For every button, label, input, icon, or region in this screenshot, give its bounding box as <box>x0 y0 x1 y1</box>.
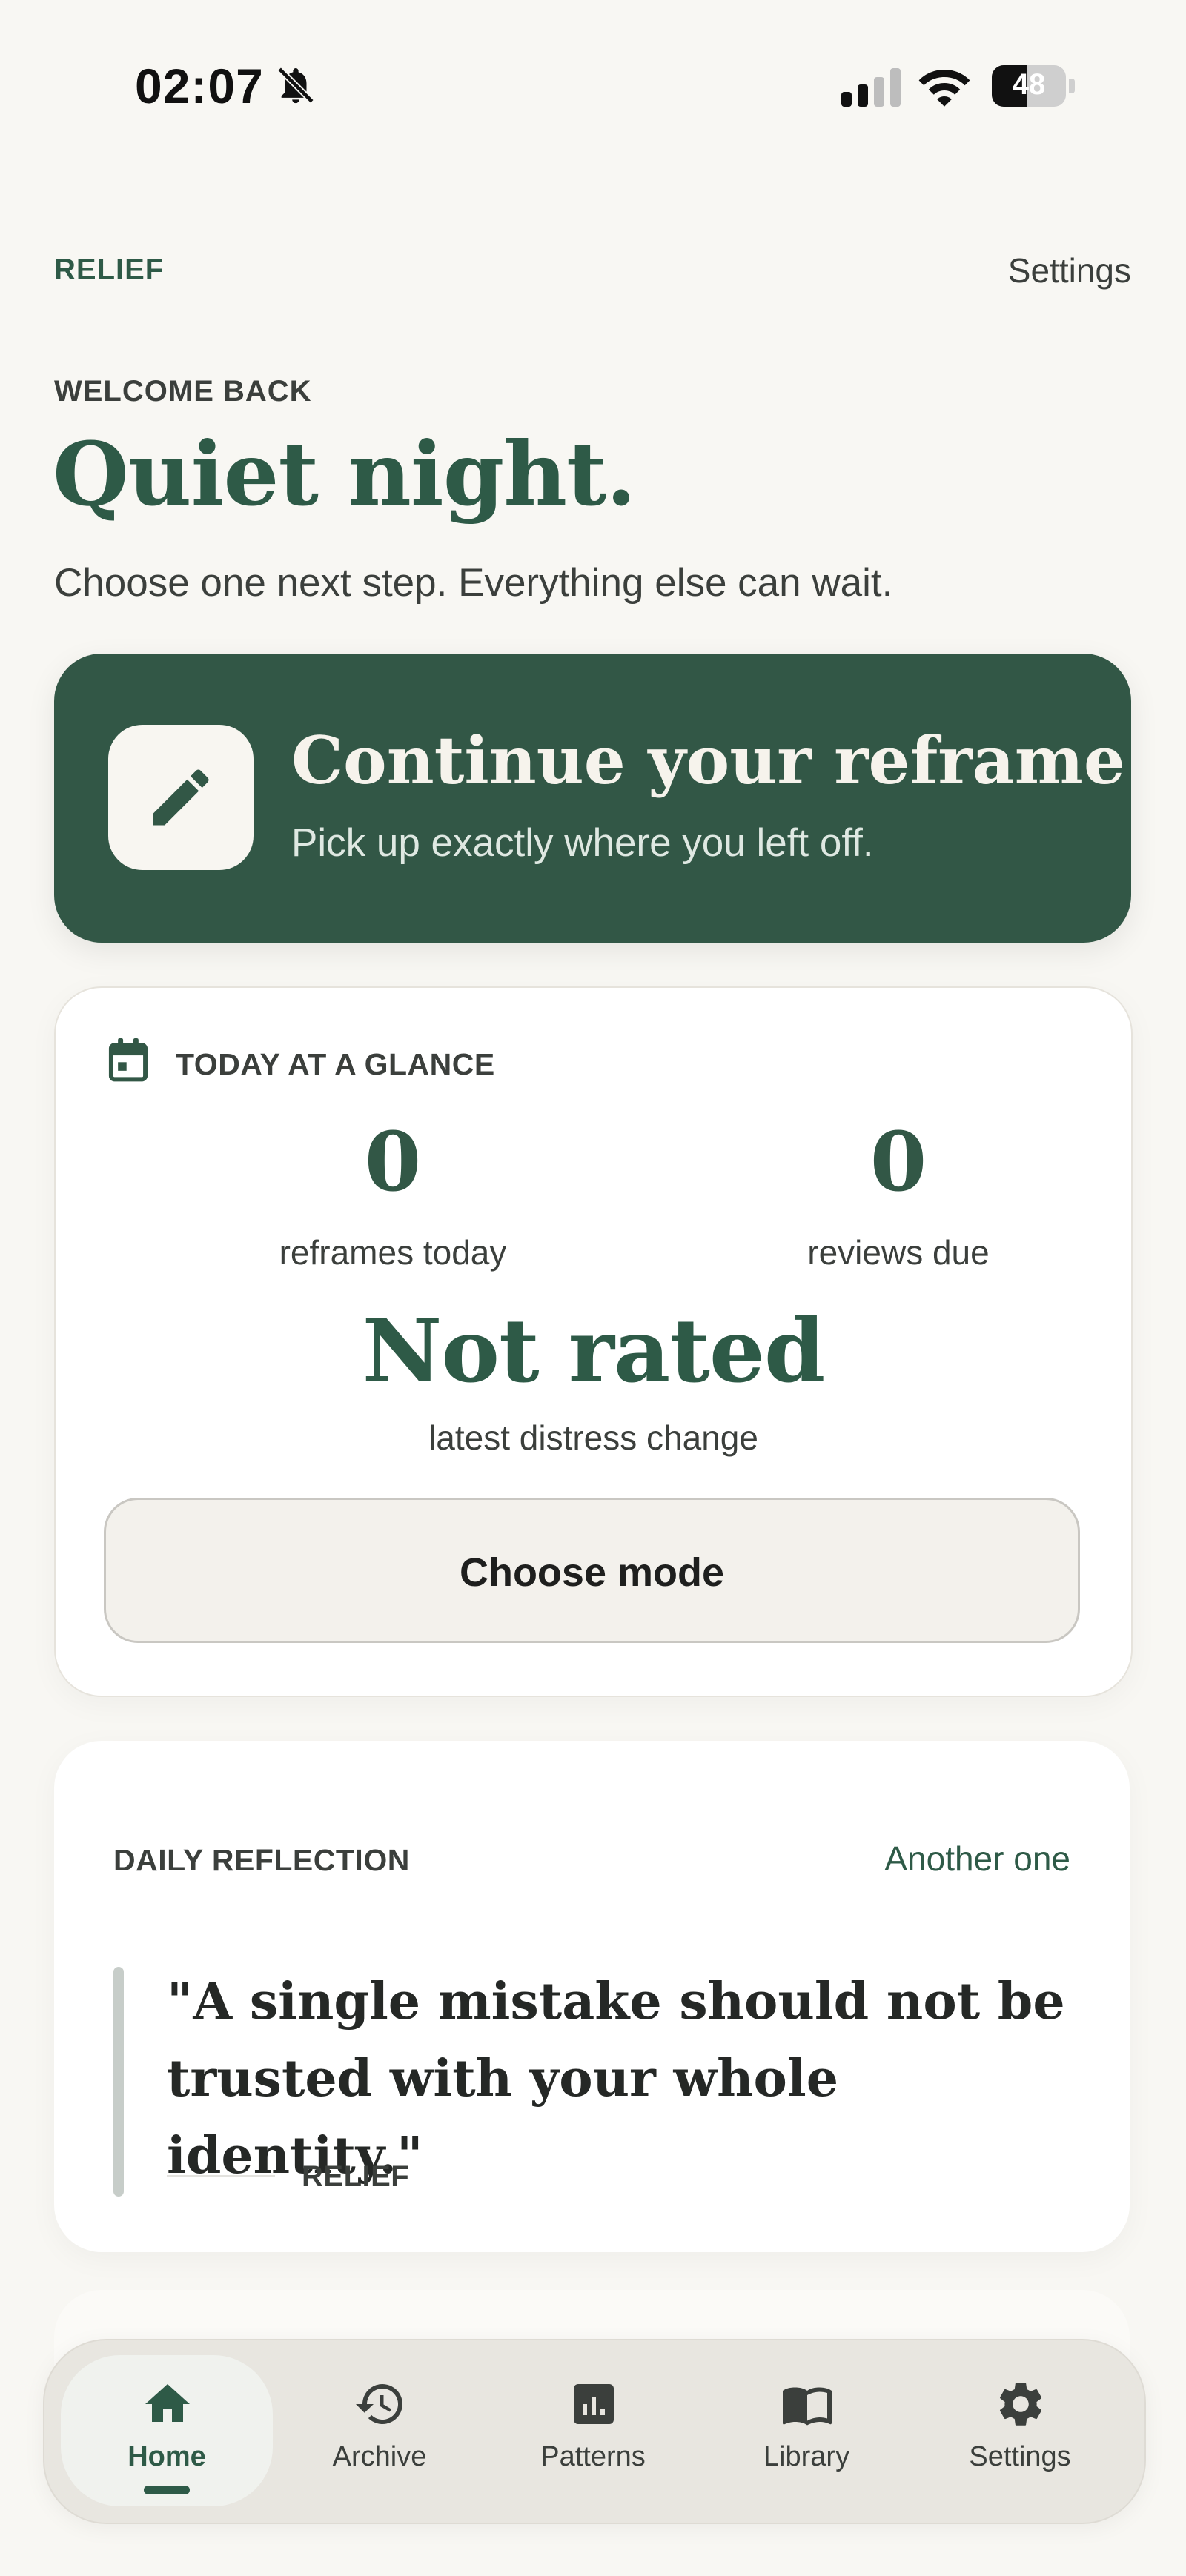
gear-icon <box>999 2383 1042 2426</box>
status-bar: 02:07 48 <box>0 0 1186 170</box>
tab-library[interactable]: Library <box>700 2355 912 2506</box>
tab-label: Library <box>763 2441 850 2472</box>
cta-subtitle: Pick up exactly where you left off. <box>291 821 874 865</box>
tab-settings[interactable]: Settings <box>914 2355 1126 2506</box>
calendar-icon <box>108 1038 148 1082</box>
pencil-icon <box>153 769 209 826</box>
reframes-count: 0 <box>364 1114 422 1209</box>
today-card: TODAY AT A GLANCE 0 reframes today 0 rev… <box>54 986 1133 1697</box>
bell-off-icon <box>277 67 314 104</box>
quote-divider <box>167 2175 275 2177</box>
tab-patterns[interactable]: Patterns <box>487 2355 699 2506</box>
choose-mode-button[interactable]: Choose mode <box>104 1498 1080 1643</box>
cellular-signal-icon <box>841 68 901 107</box>
reviews-label: reviews due <box>807 1233 990 1272</box>
home-icon <box>145 2384 190 2422</box>
welcome-eyebrow: WELCOME BACK <box>54 375 312 408</box>
brand-label: RELIEF <box>54 253 165 286</box>
chart-icon <box>574 2384 614 2424</box>
settings-link[interactable]: Settings <box>1008 250 1131 291</box>
tab-label: Home <box>127 2441 206 2472</box>
battery-indicator: 48 <box>992 65 1075 107</box>
status-time: 02:07 <box>135 59 264 113</box>
tab-archive[interactable]: Archive <box>274 2355 486 2506</box>
bottom-tab-bar: Home Archive Patterns Library Settings <box>43 2339 1146 2524</box>
page-title: Quiet night. <box>53 422 637 525</box>
reflection-card: DAILY REFLECTION Another one "A single m… <box>54 1741 1130 2252</box>
page-subtitle: Choose one next step. Everything else ca… <box>54 561 893 605</box>
reframes-label: reframes today <box>279 1233 507 1272</box>
tab-label: Patterns <box>540 2441 646 2472</box>
reviews-count: 0 <box>869 1114 927 1209</box>
history-icon <box>356 2384 402 2424</box>
wifi-icon <box>918 70 970 107</box>
reflection-label: DAILY REFLECTION <box>113 1843 410 1877</box>
tab-home[interactable]: Home <box>61 2355 273 2506</box>
battery-percent: 48 <box>1012 68 1046 101</box>
book-icon <box>783 2387 832 2426</box>
tab-label: Archive <box>332 2441 427 2472</box>
distress-label: latest distress change <box>428 1418 758 1457</box>
cta-icon-container <box>108 725 254 870</box>
tab-label: Settings <box>969 2441 1071 2472</box>
another-one-link[interactable]: Another one <box>884 1839 1070 1879</box>
quote-accent-bar <box>113 1967 124 2197</box>
continue-reframe-button[interactable]: Continue your reframe Pick up exactly wh… <box>54 654 1131 943</box>
quote-source: RELIEF <box>302 2160 410 2193</box>
today-label: TODAY AT A GLANCE <box>176 1047 495 1081</box>
distress-value: Not rated <box>362 1299 826 1402</box>
cta-title: Continue your reframe <box>291 722 1125 799</box>
active-tab-indicator <box>144 2486 190 2494</box>
